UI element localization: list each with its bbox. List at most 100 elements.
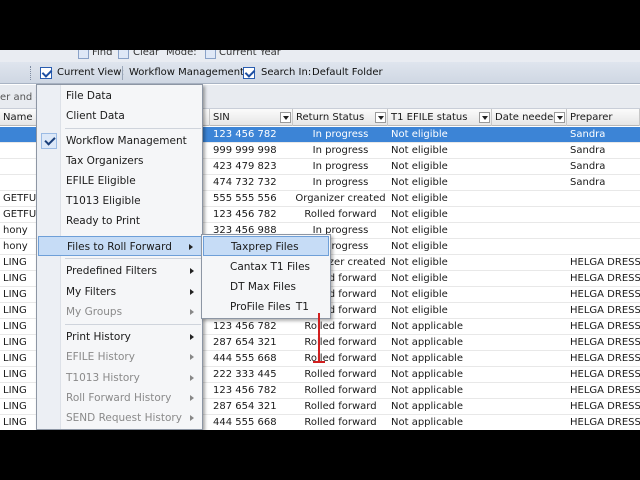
roll-forward-submenu: Taxprep Files Cantax T1 Files DT Max Fil…: [201, 234, 331, 319]
cell-sin: 423 479 823: [213, 161, 277, 172]
menu-item-efile-eligible[interactable]: EFILE Eligible: [38, 171, 202, 191]
annotation-line: [318, 313, 320, 363]
menu-item-send-request-history[interactable]: SEND Request History: [38, 408, 202, 428]
submenu-item-label: ProFile Files: [230, 301, 291, 313]
menu-item-ready-to-print[interactable]: Ready to Print: [38, 211, 202, 231]
cell-efile: Not applicable: [391, 401, 463, 412]
cell-sin: 287 654 321: [213, 337, 277, 348]
column-label: Preparer: [570, 112, 613, 123]
current-view-menu: File Data Client Data Workflow Managemen…: [36, 84, 203, 430]
clear-button[interactable]: Clear: [133, 50, 159, 58]
clear-icon[interactable]: [118, 50, 129, 59]
cell-status: Rolled forward: [304, 401, 377, 412]
menu-item-file-data[interactable]: File Data: [38, 86, 202, 106]
submenu-item-dt-max-files[interactable]: DT Max Files: [203, 277, 329, 297]
menu-item-files-to-roll-forward[interactable]: Files to Roll Forward: [38, 236, 202, 256]
find-icon[interactable]: [78, 50, 89, 59]
current-view-button[interactable]: Current View:: [57, 67, 124, 78]
menu-item-workflow-management[interactable]: Workflow Management: [38, 131, 202, 151]
menu-item-tax-organizers[interactable]: Tax Organizers: [38, 151, 202, 171]
menu-item-t1013-history[interactable]: T1013 History: [38, 368, 202, 388]
cell-preparer: HELGA DRESSEL: [570, 401, 640, 412]
menu-item-my-filters[interactable]: My Filters: [38, 282, 202, 302]
cell-efile: Not eligible: [391, 193, 448, 204]
find-button[interactable]: Find: [92, 50, 113, 58]
video-letterbox-bottom: [0, 430, 640, 480]
cell-date: [492, 351, 567, 367]
cell-efile: Not applicable: [391, 417, 463, 428]
menu-item-efile-history[interactable]: EFILE History: [38, 347, 202, 367]
toolbar-separator: [122, 66, 123, 80]
submenu-item-taxprep-files[interactable]: Taxprep Files: [203, 236, 329, 256]
cell-efile: Not applicable: [391, 353, 463, 364]
submenu-item-cantax-t1-files[interactable]: Cantax T1 Files: [203, 257, 329, 277]
cell-preparer: HELGA DRESSEL: [570, 353, 640, 364]
column-header-efile-status[interactable]: T1 EFILE status: [388, 109, 492, 126]
cell-date: [492, 383, 567, 399]
menu-item-my-groups[interactable]: My Groups: [38, 302, 202, 322]
menu-item-predefined-filters[interactable]: Predefined Filters: [38, 261, 202, 281]
column-header-return-status[interactable]: Return Status: [293, 109, 388, 126]
cell-efile: Not eligible: [391, 129, 448, 140]
search-in-checkbox[interactable]: [243, 67, 255, 79]
search-in-value: Default Folder: [312, 67, 383, 78]
filter-dropdown-icon[interactable]: [375, 112, 386, 123]
search-in-label[interactable]: Search In:: [261, 67, 311, 78]
menu-item-label: T1013 History: [66, 372, 140, 384]
cell-status: Rolled forward: [304, 321, 377, 332]
profile-t1-tag: T1: [295, 301, 309, 313]
cell-sin: 287 654 321: [213, 401, 277, 412]
menu-item-t1013-eligible[interactable]: T1013 Eligible: [38, 191, 202, 211]
cell-preparer: Sandra: [570, 177, 606, 188]
submenu-arrow-icon: [190, 375, 194, 381]
menu-item-client-data[interactable]: Client Data: [38, 106, 202, 126]
cell-date: [492, 335, 567, 351]
mode-select[interactable]: Current Year: [219, 50, 281, 58]
menu-separator: [65, 128, 201, 129]
filter-dropdown-icon[interactable]: [554, 112, 565, 123]
checkmark-icon: [41, 133, 57, 149]
filter-dropdown-icon[interactable]: [479, 112, 490, 123]
current-view-checkbox[interactable]: [40, 67, 52, 79]
menu-item-label: SEND Request History: [66, 412, 182, 424]
cell-preparer: HELGA DRESSEL: [570, 305, 640, 316]
filter-dropdown-icon[interactable]: [280, 112, 291, 123]
cell-preparer: Sandra: [570, 129, 606, 140]
cell-date: [492, 255, 567, 271]
cell-sin: 123 456 782: [213, 129, 277, 140]
submenu-arrow-icon: [189, 244, 193, 250]
cell-preparer: Sandra: [570, 161, 606, 172]
submenu-arrow-icon: [190, 289, 194, 295]
column-header-sin[interactable]: SIN: [210, 109, 293, 126]
cell-preparer: [567, 207, 640, 223]
cell-date: [492, 143, 567, 159]
cell-date: [492, 207, 567, 223]
cell-preparer: HELGA DRESSEL: [570, 417, 640, 428]
submenu-item-profile-files[interactable]: ProFile Files T1: [203, 297, 329, 317]
menu-item-label: EFILE History: [66, 351, 135, 363]
menu-item-roll-forward-history[interactable]: Roll Forward History: [38, 388, 202, 408]
cell-efile: Not eligible: [391, 145, 448, 156]
column-header-date-needed[interactable]: Date needed: [492, 109, 567, 126]
menu-item-label: Print History: [66, 331, 131, 343]
column-label: Date needed: [495, 112, 560, 123]
cell-date: [492, 223, 567, 239]
submenu-arrow-icon: [190, 415, 194, 421]
cell-date: [492, 159, 567, 175]
cell-preparer: HELGA DRESSEL: [570, 273, 640, 284]
cell-sin: 444 555 668: [213, 417, 277, 428]
cell-date: [492, 303, 567, 319]
menu-item-print-history[interactable]: Print History: [38, 327, 202, 347]
toolbar-grip[interactable]: [30, 66, 33, 80]
cell-sin: 999 999 998: [213, 145, 277, 156]
cell-sin: 444 555 668: [213, 353, 277, 364]
menu-separator: [65, 258, 201, 259]
cell-efile: Not eligible: [391, 177, 448, 188]
cell-status: In progress: [312, 129, 369, 140]
cell-status: In progress: [312, 145, 369, 156]
cell-efile: Not eligible: [391, 273, 448, 284]
application-window: Find Clear Mode: Current Year Current Vi…: [0, 50, 640, 430]
cell-efile: Not eligible: [391, 161, 448, 172]
column-header-preparer[interactable]: Preparer: [567, 109, 640, 126]
cell-date: [492, 287, 567, 303]
